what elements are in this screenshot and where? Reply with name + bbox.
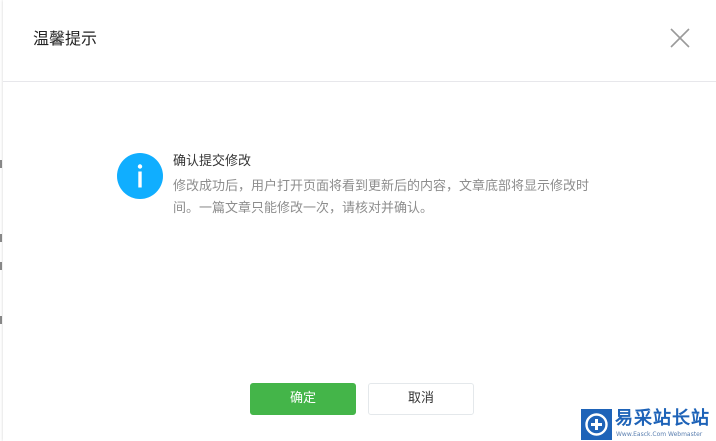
info-icon bbox=[117, 153, 163, 199]
watermark-subtitle: Www.Easck.Com Webmaster bbox=[616, 431, 703, 438]
close-icon bbox=[670, 28, 690, 48]
backdrop-edge bbox=[0, 262, 2, 270]
confirm-dialog: 温馨提示 确认提交修改 修改成功后，用户打开页面将看到更新后的内容，文章底部将显… bbox=[3, 0, 716, 441]
cancel-button[interactable]: 取消 bbox=[368, 383, 474, 415]
page: 温馨提示 确认提交修改 修改成功后，用户打开页面将看到更新后的内容，文章底部将显… bbox=[0, 0, 716, 441]
watermark-logo: 易采站长站 Www.Easck.Com Webmaster bbox=[580, 408, 716, 441]
message-body: 确认提交修改 修改成功后，用户打开页面将看到更新后的内容，文章底部将显示修改时间… bbox=[173, 152, 623, 220]
logo-mark-icon bbox=[581, 409, 612, 440]
confirm-button[interactable]: 确定 bbox=[250, 383, 356, 415]
backdrop-edge bbox=[0, 234, 2, 242]
close-button[interactable] bbox=[668, 26, 692, 50]
dialog-header: 温馨提示 bbox=[3, 0, 716, 82]
backdrop-edge bbox=[0, 160, 2, 168]
message-description: 修改成功后，用户打开页面将看到更新后的内容，文章底部将显示修改时间。一篇文章只能… bbox=[173, 179, 590, 216]
message-title: 确认提交修改 bbox=[173, 154, 252, 169]
dialog-title: 温馨提示 bbox=[33, 29, 98, 48]
backdrop-edge bbox=[0, 316, 2, 324]
watermark-title: 易采站长站 bbox=[615, 408, 710, 429]
